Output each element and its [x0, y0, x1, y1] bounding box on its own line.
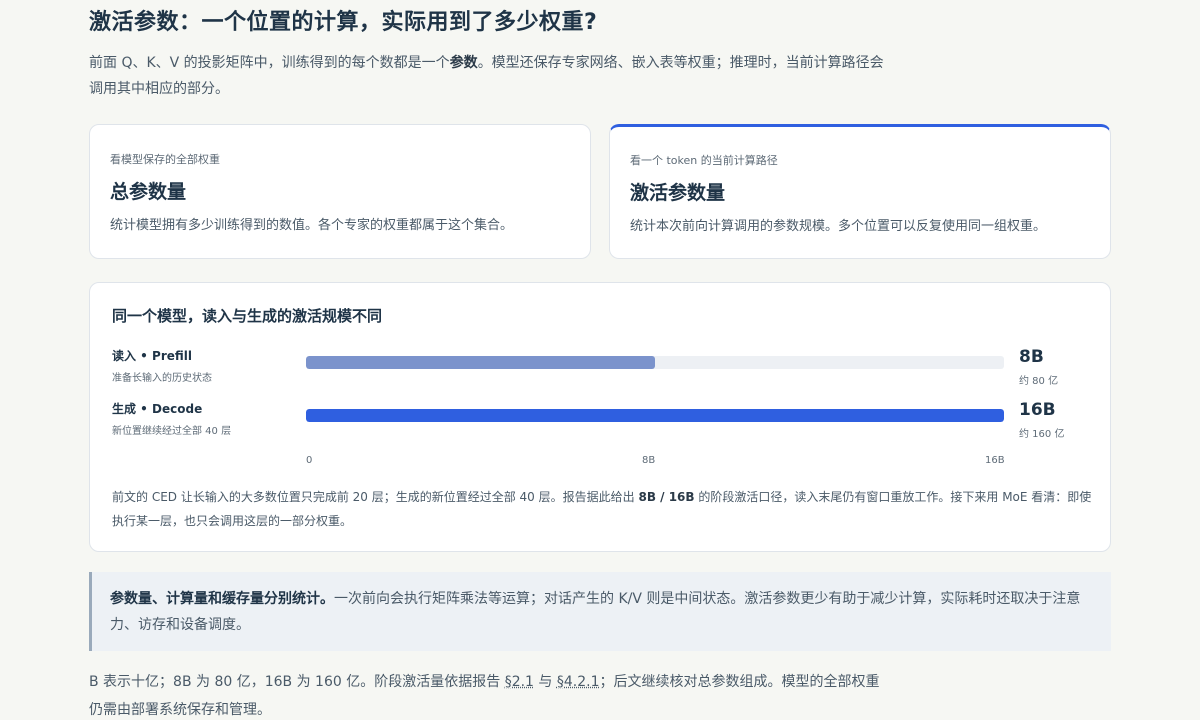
bar-prefill [306, 356, 655, 369]
card-description: 统计模型拥有多少训练得到的数值。各个专家的权重都属于这个集合。 [110, 218, 514, 233]
page-title: 激活参数：一个位置的计算，实际用到了多少权重? [89, 10, 598, 35]
axis-tick-8b: 8B [642, 455, 656, 466]
section-link-2-1[interactable]: §2.1 [505, 674, 534, 690]
chart-note-text-1: 前文的 CED 让长输入的大多数位置只完成前 20 层；生成的新位置经过全部 4… [112, 490, 635, 504]
total-params-card: 看模型保存的全部权重 总参数量 统计模型拥有多少训练得到的数值。各个专家的权重都… [89, 124, 591, 259]
bar-value-sublabel: 约 160 亿 [1019, 429, 1065, 440]
axis-tick-16b: 16B [985, 455, 1005, 466]
bar-decode [306, 409, 1004, 422]
bar-row-decode: 生成 • Decode 新位置继续经过全部 40 层 16B 约 160 亿 [112, 400, 1090, 444]
active-params-card: 看一个 token 的当前计算路径 激活参数量 统计本次前向计算调用的参数规模。… [609, 124, 1111, 259]
intro-paragraph: 前面 Q、K、V 的投影矩阵中，训练得到的每个数都是一个参数。模型还保存专家网络… [89, 50, 889, 102]
bar-row-prefill: 读入 • Prefill 准备长输入的历史状态 8B 约 80 亿 [112, 347, 1090, 391]
bar-label: 读入 • Prefill [112, 349, 192, 363]
bar-sublabel: 新位置继续经过全部 40 层 [112, 426, 232, 437]
section-link-4-2-1[interactable]: §4.2.1 [557, 674, 600, 690]
bar-track [306, 356, 1004, 369]
card-kicker: 看一个 token 的当前计算路径 [630, 154, 778, 167]
card-description: 统计本次前向计算调用的参数规模。多个位置可以反复使用同一组权重。 [630, 219, 1047, 234]
bar-track [306, 409, 1004, 422]
intro-text-1: 前面 Q、K、V 的投影矩阵中，训练得到的每个数都是一个 [89, 55, 450, 71]
bar-label: 生成 • Decode [112, 402, 203, 416]
chart-title: 同一个模型，读入与生成的激活规模不同 [112, 307, 383, 325]
footnote-text-1: B 表示十亿；8B 为 80 亿，16B 为 160 亿。阶段激活量依据报告 [89, 674, 501, 690]
intro-bold: 参数 [449, 55, 478, 71]
chart-note-bold: 8B / 16B [638, 490, 695, 504]
footnote-text-mid: 与 [538, 674, 553, 690]
callout-bold: 参数量、计算量和缓存量分别统计。 [110, 591, 334, 607]
bar-value-sublabel: 约 80 亿 [1019, 376, 1059, 387]
bar-value-label: 8B [1019, 347, 1044, 367]
bar-sublabel: 准备长输入的历史状态 [112, 373, 212, 384]
footnote: B 表示十亿；8B 为 80 亿，16B 为 160 亿。阶段激活量依据报告 §… [89, 668, 889, 720]
chart-note: 前文的 CED 让长输入的大多数位置只完成前 20 层；生成的新位置经过全部 4… [112, 485, 1092, 533]
card-title: 激活参数量 [630, 182, 726, 204]
callout-box: 参数量、计算量和缓存量分别统计。一次前向会执行矩阵乘法等运算；对话产生的 K/V… [89, 572, 1111, 651]
activation-chart-card: 同一个模型，读入与生成的激活规模不同 读入 • Prefill 准备长输入的历史… [89, 282, 1111, 552]
axis-tick-0: 0 [306, 455, 313, 466]
card-kicker: 看模型保存的全部权重 [110, 153, 220, 166]
card-title: 总参数量 [110, 181, 187, 203]
bar-value-label: 16B [1019, 400, 1056, 420]
